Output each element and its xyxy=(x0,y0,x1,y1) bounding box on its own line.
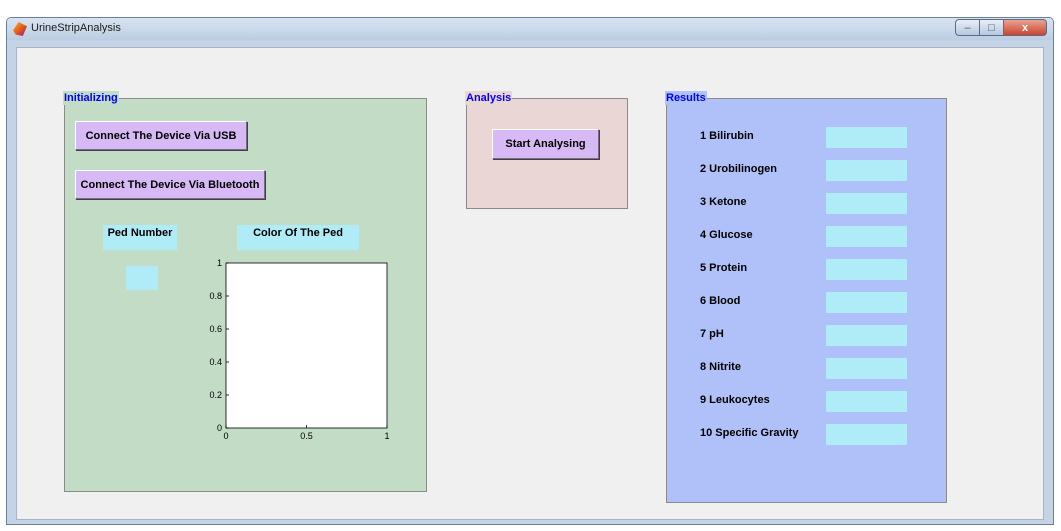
result-value-field[interactable] xyxy=(826,292,907,313)
axes-plot-area xyxy=(225,262,388,429)
result-label: 7 pH xyxy=(700,328,724,340)
result-value-field[interactable] xyxy=(826,226,907,247)
ped-number-display xyxy=(126,266,158,290)
title-bar[interactable]: UrineStripAnalysis – □ x xyxy=(7,18,1053,40)
analysis-panel: Analysis Start Analysing xyxy=(465,91,628,209)
color-of-ped-label: Color Of The Ped xyxy=(237,225,359,250)
start-analysing-button[interactable]: Start Analysing xyxy=(492,129,599,159)
result-value-field[interactable] xyxy=(826,259,907,280)
analysis-panel-title: Analysis xyxy=(465,91,513,105)
connect-bluetooth-button[interactable]: Connect The Device Via Bluetooth xyxy=(75,170,265,199)
result-label: 1 Bilirubin xyxy=(700,130,754,142)
result-value-field[interactable] xyxy=(826,127,907,148)
matlab-app-icon xyxy=(13,22,27,36)
x-tick-label: 0.5 xyxy=(300,431,313,441)
window-title: UrineStripAnalysis xyxy=(31,22,121,34)
color-of-ped-axes: 0 0.2 0.4 0.6 0.8 1 0 0.5 1 xyxy=(209,258,389,441)
results-panel: Results 1 Bilirubin 2 Urobilinogen 3 Keton… xyxy=(665,91,947,503)
result-value-field[interactable] xyxy=(826,193,907,214)
initializing-panel-title: Initializing xyxy=(63,91,119,105)
result-label: 8 Nitrite xyxy=(700,361,741,373)
result-label: 2 Urobilinogen xyxy=(700,163,777,175)
result-value-field[interactable] xyxy=(826,160,907,181)
result-label: 10 Specific Gravity xyxy=(700,427,799,439)
result-value-field[interactable] xyxy=(826,358,907,379)
y-tick-label: 0.8 xyxy=(209,291,222,301)
results-panel-title: Results xyxy=(665,91,707,105)
y-tick-label: 0.4 xyxy=(209,357,222,367)
y-tick-label: 0.2 xyxy=(209,390,222,400)
initializing-panel: Initializing Connect The Device Via USB … xyxy=(63,91,427,492)
minimize-button[interactable]: – xyxy=(955,19,980,36)
maximize-button[interactable]: □ xyxy=(980,19,1004,36)
result-value-field[interactable] xyxy=(826,391,907,412)
result-label: 9 Leukocytes xyxy=(700,394,770,406)
y-tick-label: 1 xyxy=(217,258,222,268)
result-label: 6 Blood xyxy=(700,295,741,307)
x-tick-label: 0 xyxy=(223,431,228,441)
ped-number-label: Ped Number xyxy=(103,225,177,250)
result-value-field[interactable] xyxy=(826,325,907,346)
window-controls: – □ x xyxy=(955,19,1047,37)
connect-usb-button[interactable]: Connect The Device Via USB xyxy=(75,121,247,150)
app-window: UrineStripAnalysis – □ x Initializing Co… xyxy=(6,17,1054,525)
y-tick-label: 0 xyxy=(217,423,222,433)
result-label: 3 Ketone xyxy=(700,196,747,208)
figure-area: Initializing Connect The Device Via USB … xyxy=(16,47,1044,520)
result-value-field[interactable] xyxy=(826,424,907,445)
result-label: 5 Protein xyxy=(700,262,748,274)
x-tick-label: 1 xyxy=(384,431,389,441)
result-label: 4 Glucose xyxy=(700,229,753,241)
y-tick-label: 0.6 xyxy=(209,324,222,334)
close-button[interactable]: x xyxy=(1004,19,1047,36)
